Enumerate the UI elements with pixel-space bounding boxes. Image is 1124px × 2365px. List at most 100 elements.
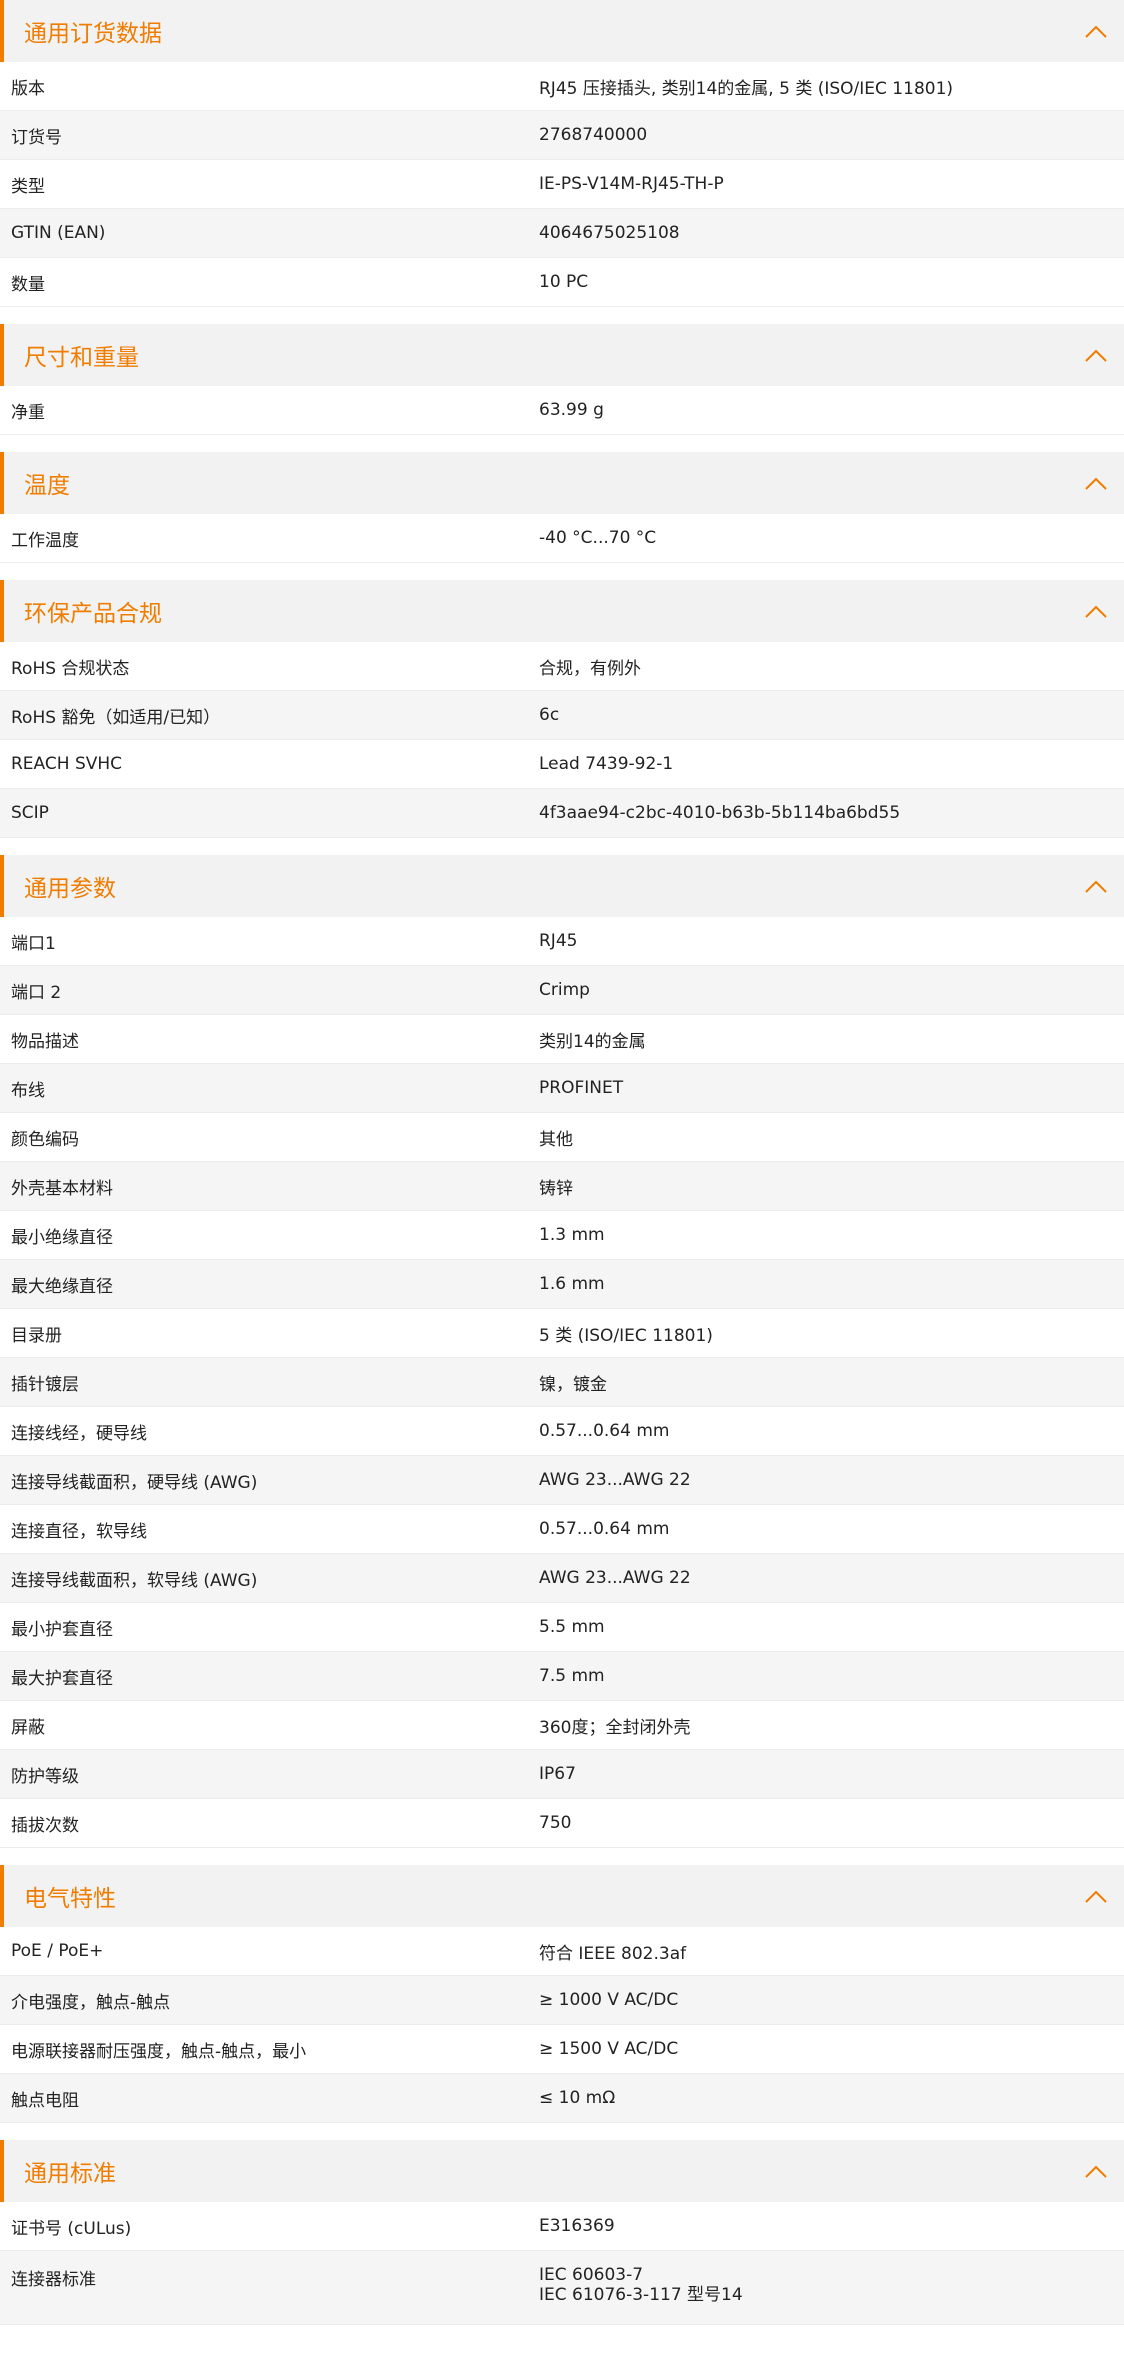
section-header[interactable]: 通用订货数据 bbox=[0, 0, 1124, 62]
spec-value: RJ45 压接插头, 类别14的金属, 5 类 (ISO/IEC 11801) bbox=[539, 78, 954, 99]
spec-value: 7.5 mm bbox=[539, 1666, 605, 1686]
section-temperature: 温度工作温度 -40 °C...70 °C bbox=[0, 452, 1124, 563]
spec-row: 订货号 2768740000 bbox=[0, 111, 1124, 160]
spec-label: 最大护套直径 bbox=[11, 1668, 113, 1689]
spec-value: 镍，镀金 bbox=[539, 1374, 607, 1395]
spec-label: RoHS 豁免（如适用/已知） bbox=[11, 707, 221, 728]
spec-value: 10 PC bbox=[539, 272, 589, 292]
section-header[interactable]: 尺寸和重量 bbox=[0, 324, 1124, 386]
spec-row: 端口1 RJ45 bbox=[0, 917, 1124, 966]
spec-value: E316369 bbox=[539, 2216, 615, 2236]
spec-value: 6c bbox=[539, 705, 560, 725]
spec-row: 连接线经，硬导线 0.57...0.64 mm bbox=[0, 1407, 1124, 1456]
spec-row: 最大绝缘直径 1.6 mm bbox=[0, 1260, 1124, 1309]
spec-row: 插拔次数 750 bbox=[0, 1799, 1124, 1848]
section-header[interactable]: 温度 bbox=[0, 452, 1124, 514]
section-electrical-properties: 电气特性 PoE / PoE+ 符合 IEEE 802.3af 介电强度，触点-触点 ≥… bbox=[0, 1865, 1124, 2123]
spec-value: 750 bbox=[539, 1813, 572, 1833]
spec-label: 连接器标准 bbox=[11, 2270, 96, 2290]
spec-row: 最小绝缘直径 1.3 mm bbox=[0, 1211, 1124, 1260]
spec-value: -40 °C...70 °C bbox=[539, 528, 657, 548]
spec-value: 1.6 mm bbox=[539, 1274, 605, 1294]
spec-label: 连接导线截面积，硬导线 (AWG) bbox=[11, 1472, 258, 1493]
spec-value: AWG 23...AWG 22 bbox=[539, 1470, 691, 1490]
spec-row: 类型 IE-PS-V14M-RJ45-TH-P bbox=[0, 160, 1124, 209]
section-title: 环保产品合规 bbox=[24, 601, 162, 627]
spec-label: 端口 2 bbox=[11, 982, 62, 1003]
section-title: 通用订货数据 bbox=[24, 21, 162, 47]
section-divider bbox=[0, 307, 1124, 324]
spec-row: 防护等级 IP67 bbox=[0, 1750, 1124, 1799]
section-title: 尺寸和重量 bbox=[24, 345, 139, 371]
section-environmental-compliance: 环保产品合规 RoHS 合规状态 合规，有例外 RoHS 豁免（如适用/已知） 6c RE… bbox=[0, 580, 1124, 838]
section-order-data: 通用订货数据 版本 RJ45 压接插头, 类别14的金属, 5 类 (ISO/IEC… bbox=[0, 0, 1124, 307]
spec-label: 订货号 bbox=[11, 127, 62, 148]
spec-value: IP67 bbox=[539, 1764, 576, 1784]
spec-row: 连接器标准 IEC 60603-7 IEC 61076-3-117 型号14 bbox=[0, 2251, 1124, 2325]
section-header[interactable]: 通用标准 bbox=[0, 2140, 1124, 2202]
spec-value: ≤ 10 mΩ bbox=[539, 2088, 616, 2108]
section-general-standards: 通用标准证书号 (cULus) E316369 连接器标准 IEC 60603-7 IE… bbox=[0, 2140, 1124, 2325]
chevron-up-icon[interactable] bbox=[1082, 597, 1110, 625]
section-title: 通用参数 bbox=[24, 876, 116, 902]
section-divider bbox=[0, 563, 1124, 580]
spec-label: 介电强度，触点-触点 bbox=[11, 1992, 171, 2013]
spec-row: 工作温度 -40 °C...70 °C bbox=[0, 514, 1124, 563]
spec-value: 5 类 (ISO/IEC 11801) bbox=[539, 1325, 713, 1346]
chevron-up-icon[interactable] bbox=[1082, 469, 1110, 497]
spec-row: 外壳基本材料 铸锌 bbox=[0, 1162, 1124, 1211]
spec-value: IE-PS-V14M-RJ45-TH-P bbox=[539, 174, 724, 194]
spec-row: 目录册 5 类 (ISO/IEC 11801) bbox=[0, 1309, 1124, 1358]
spec-value: IEC 60603-7 IEC 61076-3-117 型号14 bbox=[539, 2265, 1124, 2305]
spec-value: ≥ 1000 V AC/DC bbox=[539, 1990, 679, 2010]
spec-row: 最小护套直径 5.5 mm bbox=[0, 1603, 1124, 1652]
chevron-up-icon[interactable] bbox=[1082, 2157, 1110, 2185]
spec-row: REACH SVHC Lead 7439-92-1 bbox=[0, 740, 1124, 789]
spec-value: 符合 IEEE 802.3af bbox=[539, 1943, 687, 1964]
spec-value-line: IEC 60603-7 bbox=[539, 2265, 644, 2285]
spec-row: 触点电阻 ≤ 10 mΩ bbox=[0, 2074, 1124, 2123]
spec-label: 连接直径，软导线 bbox=[11, 1521, 147, 1542]
spec-value: 4064675025108 bbox=[539, 223, 680, 243]
spec-label: 连接线经，硬导线 bbox=[11, 1423, 147, 1444]
spec-value: AWG 23...AWG 22 bbox=[539, 1568, 691, 1588]
spec-row: 布线 PROFINET bbox=[0, 1064, 1124, 1113]
spec-label: 最大绝缘直径 bbox=[11, 1276, 113, 1297]
spec-value: 合规，有例外 bbox=[539, 658, 641, 679]
chevron-up-icon[interactable] bbox=[1082, 872, 1110, 900]
spec-value: 0.57...0.64 mm bbox=[539, 1421, 670, 1441]
chevron-up-icon[interactable] bbox=[1082, 17, 1110, 45]
spec-value: RJ45 bbox=[539, 931, 578, 951]
spec-label: 证书号 (cULus) bbox=[11, 2218, 132, 2239]
spec-row: SCIP 4f3aae94-c2bc-4010-b63b-5b114ba6bd55 bbox=[0, 789, 1124, 838]
spec-value: 4f3aae94-c2bc-4010-b63b-5b114ba6bd55 bbox=[539, 803, 901, 823]
spec-row: 数量 10 PC bbox=[0, 258, 1124, 307]
section-header[interactable]: 电气特性 bbox=[0, 1865, 1124, 1927]
spec-label: 物品描述 bbox=[11, 1031, 79, 1052]
spec-row: 证书号 (cULus) E316369 bbox=[0, 2202, 1124, 2251]
spec-value: 5.5 mm bbox=[539, 1617, 605, 1637]
spec-value: PROFINET bbox=[539, 1078, 624, 1098]
section-header[interactable]: 通用参数 bbox=[0, 855, 1124, 917]
spec-row: RoHS 合规状态 合规，有例外 bbox=[0, 642, 1124, 691]
spec-label: 触点电阻 bbox=[11, 2090, 79, 2111]
spec-row: 介电强度，触点-触点 ≥ 1000 V AC/DC bbox=[0, 1976, 1124, 2025]
chevron-up-icon[interactable] bbox=[1082, 1882, 1110, 1910]
spec-row: 净重 63.99 g bbox=[0, 386, 1124, 435]
spec-value: Crimp bbox=[539, 980, 590, 1000]
section-header[interactable]: 环保产品合规 bbox=[0, 580, 1124, 642]
spec-row: GTIN (EAN) 4064675025108 bbox=[0, 209, 1124, 258]
section-general-parameters: 通用参数 端口1 RJ45 端口 2 Crimp 物品描述 类别14的金属 布线 PROFINE… bbox=[0, 855, 1124, 1848]
section-divider bbox=[0, 2123, 1124, 2140]
spec-label: 工作温度 bbox=[11, 530, 79, 551]
spec-label: 插拔次数 bbox=[11, 1815, 79, 1836]
spec-value-line: IEC 61076-3-117 型号14 bbox=[539, 2285, 743, 2305]
spec-row: 颜色编码 其他 bbox=[0, 1113, 1124, 1162]
spec-label: 目录册 bbox=[11, 1325, 62, 1346]
spec-label: 布线 bbox=[11, 1080, 45, 1101]
section-divider bbox=[0, 435, 1124, 452]
chevron-up-icon[interactable] bbox=[1082, 341, 1110, 369]
spec-value: 其他 bbox=[539, 1129, 573, 1150]
spec-value: Lead 7439-92-1 bbox=[539, 754, 674, 774]
spec-label: 净重 bbox=[11, 402, 45, 423]
